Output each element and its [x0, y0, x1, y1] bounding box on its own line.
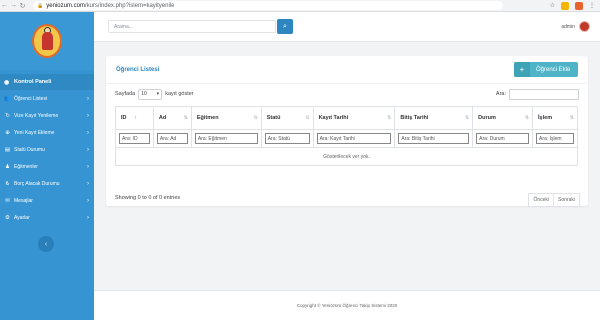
chevron-right-icon: ›	[87, 95, 89, 102]
logo[interactable]	[32, 24, 62, 58]
table-search-label: Ara:	[495, 91, 506, 97]
sidebar-item-vize-kayit[interactable]: ↻ Vize Kayıt Yenileme ›	[0, 107, 94, 124]
search-input[interactable]: Arama...	[108, 20, 276, 33]
search-button[interactable]: ⌕	[277, 19, 293, 34]
page-length-suffix: kayıt göster	[165, 91, 194, 97]
sort-icon: ⇅	[183, 115, 188, 121]
sidebar-item-egitmenler[interactable]: ♟ Eğitmenler ›	[0, 158, 94, 175]
filter-input-bitis-tarihi[interactable]: Ara: Bitiş Tarihi	[398, 133, 470, 144]
search-icon: ⌕	[283, 22, 287, 30]
column-header-egitmen[interactable]: Eğitmen ⇅	[190, 106, 262, 130]
back-icon[interactable]: ←	[0, 2, 9, 9]
top-bar: Arama... ⌕ admin	[94, 12, 600, 42]
money-icon: ₺	[5, 180, 10, 187]
browser-toolbar: ← → ↻ 🔒 yeniozum.com/kurs/index.php?isle…	[0, 0, 600, 12]
sidebar-item-ogrenci-listesi[interactable]: 👥 Öğrenci Listesi ›	[0, 90, 94, 107]
url-path: /kurs/index.php?islem=kayityenile	[84, 2, 175, 9]
sort-icon: ⇅	[253, 115, 258, 121]
chevron-right-icon: ›	[87, 112, 89, 119]
sidebar: ◉ Kontrol Paneli 👥 Öğrenci Listesi › ↻ V…	[0, 12, 94, 320]
sort-icon: ⇅	[464, 115, 470, 121]
column-header-id[interactable]: ID ↑	[115, 106, 154, 130]
copyright-text: Copyright © Yeniözüm Öğrenci Takip Siste…	[296, 303, 398, 308]
column-header-islem[interactable]: İşlem ⇅	[532, 106, 578, 130]
chevron-down-icon: ▾	[156, 91, 160, 97]
plus-icon: ⊕	[5, 129, 10, 136]
filter-input-id[interactable]: Ara: ID	[119, 133, 150, 144]
filter-input-statu[interactable]: Ara: Statü	[264, 133, 310, 144]
sort-asc-icon: ↑	[134, 115, 138, 121]
empty-message: Gösterilecek ver yok.	[115, 147, 578, 166]
student-table: ID ↑ Ad ⇅ Eğitmen ⇅ Statü ⇅ Kayıt Tarihi ⇅ Bi…	[115, 106, 578, 166]
sort-icon: ⇅	[524, 115, 530, 121]
sidebar-item-ayarlar[interactable]: ⚙ Ayarlar ›	[0, 209, 94, 226]
page-footer: Copyright © Yeniözüm Öğrenci Takip Siste…	[94, 290, 600, 320]
column-header-kayit-tarihi[interactable]: Kayıt Tarihi ⇅	[312, 106, 395, 130]
sort-icon: ⇅	[387, 115, 392, 121]
filter-input-islem[interactable]: Ara: İşlem	[536, 133, 574, 144]
address-bar[interactable]: 🔒 yeniozum.com/kurs/index.php?islem=kayi…	[33, 1, 503, 10]
table-search-input[interactable]	[509, 88, 579, 100]
chevron-right-icon: ›	[87, 214, 89, 221]
add-student-button[interactable]: + Öğrenci Ekle	[514, 62, 578, 77]
sidebar-collapse-button[interactable]: ‹	[38, 236, 54, 252]
empty-row: Gösterilecek ver yok.	[115, 147, 578, 166]
envelope-icon: ✉	[5, 197, 10, 204]
chevron-right-icon: ›	[87, 180, 89, 187]
chevron-right-icon: ›	[87, 197, 89, 204]
chevron-right-icon: ›	[87, 146, 89, 153]
refresh-icon: ↻	[5, 112, 10, 119]
page-length-select[interactable]: 10 ▾	[138, 88, 163, 100]
filter-row: Ara: ID Ara: Ad Ara: Eğitmen Ara: Statü …	[115, 129, 578, 148]
chevron-right-icon: ›	[87, 163, 89, 170]
entries-info: Showing 0 to 0 of 0 entries	[115, 195, 181, 201]
users-icon: 👥	[4, 95, 11, 102]
logo-area	[0, 12, 94, 70]
sort-icon: ⇅	[305, 115, 310, 121]
page-length-label: Sayfada	[115, 91, 136, 97]
column-header-bitis-tarihi[interactable]: Bitiş Tarihi ⇅	[394, 106, 473, 130]
forward-icon[interactable]: →	[9, 2, 18, 9]
user-menu[interactable]: admin	[561, 21, 590, 32]
chevron-left-icon: ‹	[44, 240, 48, 248]
sidebar-item-mesajlar[interactable]: ✉ Mesajlar ›	[0, 192, 94, 209]
avatar[interactable]	[579, 21, 590, 32]
user-name: admin	[561, 23, 575, 30]
prev-page-button[interactable]: Önceki	[528, 193, 555, 207]
card-title: Öğrenci Listesi	[116, 66, 160, 73]
teacher-icon: ♟	[5, 163, 10, 170]
url-host: yeniozum.com	[46, 2, 85, 9]
pagination: Önceki Sonraki	[528, 193, 580, 207]
filter-input-durum[interactable]: Ara: Durum	[476, 133, 530, 144]
reload-icon[interactable]: ↻	[18, 2, 27, 10]
sidebar-item-borc-alacak[interactable]: ₺ Borç Alacak Durumu ›	[0, 175, 94, 192]
filter-input-egitmen[interactable]: Ara: Eğitmen	[194, 133, 258, 144]
sidebar-panel-title[interactable]: ◉ Kontrol Paneli	[0, 74, 94, 90]
dashboard-icon: ◉	[4, 79, 10, 86]
extension-icon[interactable]	[561, 1, 569, 10]
filter-input-kayit-tarihi[interactable]: Ara: Kayıt Tarihi	[316, 133, 392, 144]
lock-icon: 🔒	[37, 2, 44, 9]
sort-icon: ⇅	[569, 115, 574, 121]
sidebar-item-yeni-kayit[interactable]: ⊕ Yeni Kayıt Ekleme ›	[0, 124, 94, 141]
column-header-ad[interactable]: Ad ⇅	[152, 106, 192, 130]
table-header-row: ID ↑ Ad ⇅ Eğitmen ⇅ Statü ⇅ Kayıt Tarihi ⇅ Bi…	[115, 106, 578, 130]
student-list-card: Öğrenci Listesi + Öğrenci Ekle Sayfada 1…	[106, 56, 588, 207]
plus-icon: +	[514, 62, 530, 77]
chart-icon: ▤	[4, 146, 11, 153]
filter-input-ad[interactable]: Ara: Ad	[156, 133, 188, 144]
chevron-right-icon: ›	[87, 129, 89, 136]
column-header-durum[interactable]: Durum ⇅	[472, 106, 533, 130]
star-icon[interactable]: ☆	[550, 2, 555, 9]
extension-icon[interactable]	[575, 1, 583, 10]
menu-icon[interactable]: ⋮	[589, 2, 595, 9]
next-page-button[interactable]: Sonraki	[554, 193, 580, 207]
sidebar-item-statu[interactable]: ▤ Statü Durumu ›	[0, 141, 94, 158]
main-content: Öğrenci Listesi + Öğrenci Ekle Sayfada 1…	[94, 42, 600, 320]
gear-icon: ⚙	[5, 214, 10, 221]
column-header-statu[interactable]: Statü ⇅	[260, 106, 314, 130]
